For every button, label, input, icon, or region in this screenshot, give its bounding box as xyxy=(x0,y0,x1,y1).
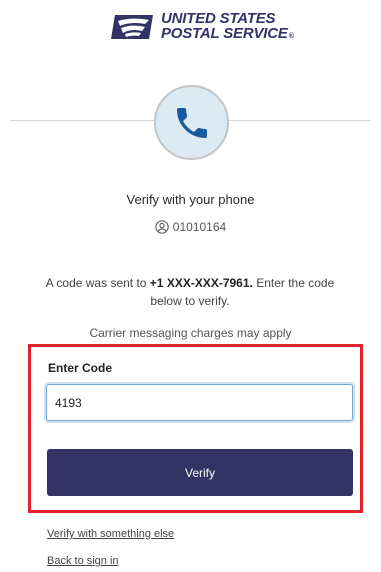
registered-mark: ® xyxy=(288,32,294,40)
message-prefix: A code was sent to xyxy=(45,276,150,290)
code-input[interactable] xyxy=(46,384,353,421)
verify-with-something-else-link[interactable]: Verify with something else xyxy=(47,528,174,540)
logo-line-2: POSTAL SERVICE® xyxy=(161,24,294,42)
back-to-sign-in-link[interactable]: Back to sign in xyxy=(47,555,119,567)
code-sent-message: A code was sent to +1 XXX-XXX-7961. Ente… xyxy=(40,274,340,310)
masked-phone-number: +1 XXX-XXX-7961. xyxy=(149,276,253,290)
phone-badge xyxy=(154,85,229,160)
eagle-logo-icon xyxy=(111,15,153,39)
verify-button[interactable]: Verify xyxy=(47,449,353,496)
carrier-charges-note: Carrier messaging charges may apply xyxy=(89,326,292,340)
user-circle-icon xyxy=(155,220,169,234)
phone-icon xyxy=(176,107,207,138)
usps-logo: UNITED STATES POSTAL SERVICE® xyxy=(111,8,301,46)
verify-phone-page: UNITED STATES POSTAL SERVICE® Verify wit… xyxy=(0,0,381,572)
page-title: Verify with your phone xyxy=(126,192,255,207)
logo-line-1: UNITED STATES xyxy=(161,9,276,27)
user-id: 01010164 xyxy=(172,220,227,234)
logo-wordmark: UNITED STATES POSTAL SERVICE® xyxy=(161,11,294,44)
user-identifier: 01010164 xyxy=(0,220,381,234)
enter-code-label: Enter Code xyxy=(48,361,113,375)
